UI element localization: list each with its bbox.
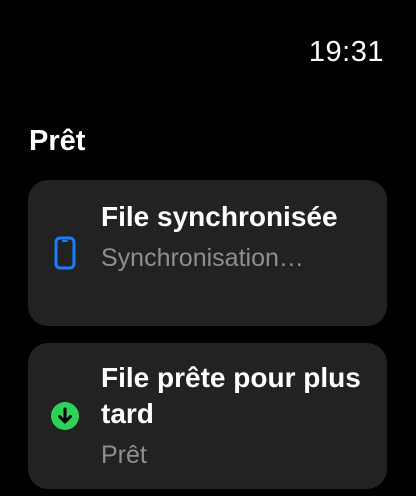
list-item-title: File prête pour plus tard xyxy=(101,362,361,429)
section-title: Prêt xyxy=(29,125,86,157)
status-time: 19:31 xyxy=(308,36,384,68)
download-arrow-circle-icon xyxy=(50,399,80,433)
list-item-subtitle: Synchronisation… xyxy=(101,244,304,272)
list-item-synced-queue[interactable]: File synchronisée Synchronisation… xyxy=(28,180,387,326)
list-item-title: File synchronisée xyxy=(101,201,338,232)
phone-icon xyxy=(50,236,80,270)
list-item-subtitle: Prêt xyxy=(101,441,147,469)
list-item-ready-queue[interactable]: File prête pour plus tard Prêt xyxy=(28,343,387,489)
